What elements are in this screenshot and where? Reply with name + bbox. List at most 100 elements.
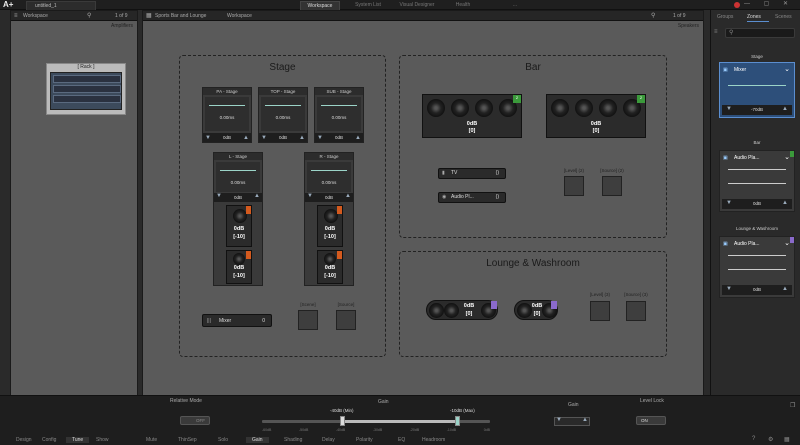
tab-thinsep[interactable]: ThinSep: [178, 437, 197, 443]
triangle-up-icon[interactable]: ▲: [345, 193, 351, 199]
zone-card-bar[interactable]: ▣ Audio Pla... ⌄ 0dB ▼ ▲: [719, 150, 795, 212]
window-controls[interactable]: — ▢ ✕: [744, 0, 794, 7]
tab-eq[interactable]: EQ: [398, 437, 405, 443]
tab-health[interactable]: Health: [448, 1, 478, 10]
triangle-down-icon[interactable]: ▼: [307, 193, 313, 199]
tab-config[interactable]: Config: [42, 437, 56, 443]
source-button[interactable]: [626, 301, 646, 321]
speaker-group[interactable]: 0dB [0]: [426, 300, 498, 320]
tab-workspace[interactable]: Workspace: [300, 1, 340, 10]
triangle-down-icon[interactable]: ▼: [261, 135, 267, 141]
speaker-group[interactable]: 0dB [0]: [514, 300, 558, 320]
filter-icon[interactable]: ≡: [714, 29, 718, 35]
triangle-down-icon[interactable]: ▼: [726, 200, 732, 206]
tab-delay[interactable]: Delay: [322, 437, 335, 443]
triangle-up-icon[interactable]: ▲: [355, 135, 361, 141]
triangle-down-icon[interactable]: ▼: [726, 286, 732, 292]
tab-gain[interactable]: Gain: [246, 437, 269, 443]
triangle-up-icon[interactable]: ▲: [782, 200, 788, 206]
card-name: Audio Pla...: [734, 241, 760, 247]
tab-polarity[interactable]: Polarity: [356, 437, 373, 443]
zone-badge: [790, 237, 794, 243]
mixer-control[interactable]: ||| Mixer 0: [202, 314, 272, 327]
speaker-cone: [429, 303, 444, 318]
tab-zones[interactable]: Zones: [747, 14, 761, 20]
level-button[interactable]: [564, 176, 584, 196]
triangle-up-icon[interactable]: ▲: [782, 286, 788, 292]
tab-more[interactable]: ...: [500, 1, 530, 10]
zone-bar[interactable]: Bar 2 0dB [0] 2 0dB [0] ▮ TV () ◉ Audio …: [399, 55, 667, 238]
source-button[interactable]: [336, 310, 356, 330]
tab-groups[interactable]: Groups: [717, 14, 733, 20]
tab-mute[interactable]: Mute: [146, 437, 157, 443]
strip-label: R - Stage: [305, 153, 353, 160]
speaker[interactable]: 0dB [-10]: [226, 250, 252, 284]
tv-icon: ▮: [442, 170, 445, 176]
link-icon[interactable]: ⚲: [87, 11, 91, 21]
relative-mode-toggle[interactable]: OFF: [180, 416, 210, 425]
search-input[interactable]: ⚲: [725, 28, 795, 38]
speaker[interactable]: 0dB [-10]: [317, 205, 343, 247]
tab-visual-designer[interactable]: Visual Designer: [392, 1, 442, 10]
speaker[interactable]: 0dB [-10]: [226, 205, 252, 247]
grid-icon[interactable]: ▦: [146, 11, 152, 21]
tab-headroom[interactable]: Headroom: [422, 437, 445, 443]
zone-stage[interactable]: Stage PA - Stage 0.00ms 0dB ▼ ▲ TOP - St…: [179, 55, 386, 357]
triangle-up-icon[interactable]: ▲: [254, 193, 260, 199]
channel-strip[interactable]: SUB - Stage 0.00ms 0dB ▼ ▲: [314, 87, 364, 143]
zone-title: Stage: [269, 62, 296, 73]
level-button[interactable]: [590, 301, 610, 321]
tab-show[interactable]: Show: [96, 437, 109, 443]
tab-tune[interactable]: Tune: [66, 437, 90, 443]
zone-lounge-washroom[interactable]: Lounge & Washroom 0dB [0] 0dB [0] [Level…: [399, 251, 667, 357]
file-tab[interactable]: untitled_1: [26, 1, 96, 10]
checkbox-icon[interactable]: ▣: [723, 67, 728, 73]
menu-icon[interactable]: ≡: [14, 11, 18, 21]
title-bar: A+ untitled_1 Workspace System List Visu…: [0, 0, 800, 10]
chevron-down-icon[interactable]: ⌄: [784, 65, 790, 73]
workspace-dropdown[interactable]: Workspace: [227, 11, 252, 21]
triangle-down-icon[interactable]: ▼: [216, 193, 222, 199]
channel-strip-tall[interactable]: R - Stage 0.00ms 0dB ▼ ▲ 0dB [-10] 0dB […: [304, 152, 354, 286]
settings-icon[interactable]: ⚙: [768, 436, 773, 443]
checkbox-icon[interactable]: ▣: [723, 155, 728, 161]
channel-strip[interactable]: PA - Stage 0.00ms 0dB ▼ ▲: [202, 87, 252, 143]
checkbox-icon[interactable]: ▣: [723, 241, 728, 247]
triangle-down-icon[interactable]: ▼: [556, 417, 562, 423]
channel-strip[interactable]: TOP - Stage 0.00ms 0dB ▼ ▲: [258, 87, 308, 143]
gain-min-handle[interactable]: [340, 416, 345, 426]
channel-strip-tall[interactable]: L - Stage 0.00ms 0dB ▼ ▲ 0dB [-10] 0dB […: [213, 152, 263, 286]
tv-source[interactable]: ▮ TV (): [438, 168, 506, 179]
source-button[interactable]: [602, 176, 622, 196]
tab-design[interactable]: Design: [16, 437, 32, 443]
triangle-up-icon[interactable]: ▲: [243, 135, 249, 141]
grid-icon[interactable]: ▦: [784, 436, 790, 443]
tab-scenes[interactable]: Scenes: [775, 14, 792, 20]
tab-shading[interactable]: Shading: [284, 437, 302, 443]
triangle-up-icon[interactable]: ▲: [782, 106, 788, 112]
help-icon[interactable]: ?: [752, 436, 755, 442]
breadcrumb[interactable]: Sports Bar and Lounge: [155, 11, 206, 21]
triangle-up-icon[interactable]: ▲: [582, 417, 588, 423]
level-lock-toggle[interactable]: ON: [636, 416, 666, 425]
triangle-down-icon[interactable]: ▼: [726, 106, 732, 112]
speaker-array[interactable]: 2 0dB [0]: [546, 94, 646, 138]
tab-solo[interactable]: Solo: [218, 437, 228, 443]
zone-card-stage[interactable]: ▣ Mixer ⌄ -70dB ▼ ▲: [719, 62, 795, 118]
scene-button[interactable]: [298, 310, 318, 330]
triangle-down-icon[interactable]: ▼: [205, 135, 211, 141]
tab-system-list[interactable]: System List: [348, 1, 388, 10]
link-icon[interactable]: ⚲: [651, 11, 655, 21]
card-name: Audio Pla...: [734, 155, 760, 161]
triangle-up-icon[interactable]: ▲: [299, 135, 305, 141]
meter-line: [265, 105, 301, 106]
speaker[interactable]: 0dB [-10]: [317, 250, 343, 284]
triangle-down-icon[interactable]: ▼: [317, 135, 323, 141]
copy-icon[interactable]: ❐: [790, 402, 795, 409]
workspace-dropdown[interactable]: Workspace: [23, 11, 48, 21]
audio-player-source[interactable]: ◉ Audio Pl... (): [438, 192, 506, 203]
zone-card-lounge[interactable]: ▣ Audio Pla... ⌄ 0dB ▼ ▲: [719, 236, 795, 298]
rack[interactable]: [ Rack ]: [46, 63, 126, 115]
speaker-array[interactable]: 2 0dB [0]: [422, 94, 522, 138]
gain-max-handle[interactable]: [455, 416, 460, 426]
